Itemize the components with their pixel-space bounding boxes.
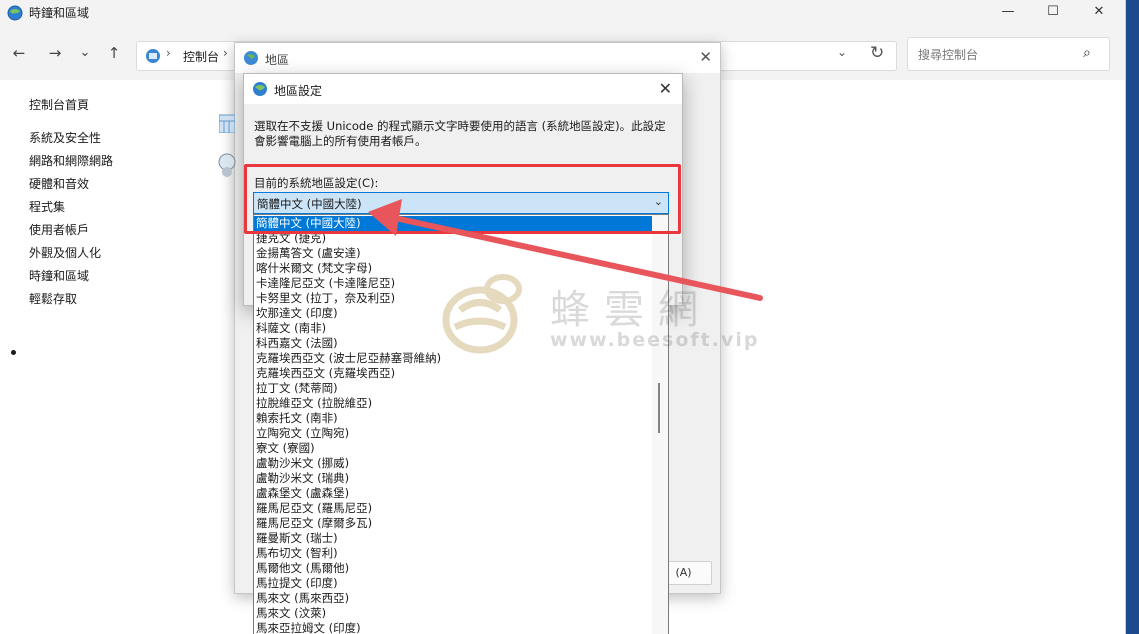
locale-description: 選取在不支援 Unicode 的程式顯示文字時要使用的語言 (系統地區設定)。此… xyxy=(254,119,666,148)
clock-globe-icon xyxy=(218,153,236,177)
address-dropdown-button[interactable]: ⌄ xyxy=(837,45,847,59)
watermark-url: www.beesoft.vip xyxy=(550,329,760,351)
calendar-icon xyxy=(219,114,235,133)
locale-option[interactable]: 羅馬尼亞文 (摩爾多瓦) xyxy=(254,516,372,531)
minimize-button[interactable]: — xyxy=(985,0,1031,26)
clock-region-icon xyxy=(7,5,23,21)
locale-option[interactable]: 科薩文 (南非) xyxy=(254,321,326,336)
sidebar-item-appearance[interactable]: 外觀及個人化 xyxy=(29,244,101,261)
locale-option[interactable]: 克羅埃西亞文 (波士尼亞赫塞哥維納) xyxy=(254,351,441,366)
active-item-bullet xyxy=(11,350,16,355)
watermark: 蜂雲網 www.beesoft.vip xyxy=(435,263,757,373)
breadcrumb-separator: › xyxy=(166,46,171,60)
search-box[interactable]: 搜尋控制台 ⌕ xyxy=(907,37,1110,71)
up-button[interactable]: ↑ xyxy=(104,43,124,63)
locale-option[interactable]: 寮文 (寮國) xyxy=(254,441,315,456)
locale-option[interactable]: 立陶宛文 (立陶宛) xyxy=(254,426,349,441)
sidebar-item-system-security[interactable]: 系統及安全性 xyxy=(29,129,101,146)
sidebar-home-link[interactable]: 控制台首頁 xyxy=(29,96,89,113)
locale-option[interactable]: 羅馬尼亞文 (羅馬尼亞) xyxy=(254,501,372,516)
locale-option[interactable]: 盧勒沙米文 (瑞典) xyxy=(254,471,349,486)
search-input[interactable]: 搜尋控制台 xyxy=(918,46,978,63)
sidebar-item-ease-of-access[interactable]: 輕鬆存取 xyxy=(29,290,77,307)
sidebar-item-clock-region[interactable]: 時鐘和區域 xyxy=(29,267,89,284)
locale-option[interactable]: 羅曼斯文 (瑞士) xyxy=(254,531,338,546)
maximize-button[interactable]: ☐ xyxy=(1030,0,1076,26)
locale-option[interactable]: 馬來文 (馬來西亞) xyxy=(254,591,349,606)
region-dialog-close-button[interactable]: ✕ xyxy=(699,48,712,66)
locale-option[interactable]: 卡努里文 (拉丁，奈及利亞) xyxy=(254,291,395,306)
breadcrumb-control-panel[interactable]: 控制台 xyxy=(183,48,219,65)
locale-option[interactable]: 克羅埃西亞文 (克羅埃西亞) xyxy=(254,366,395,381)
control-panel-icon xyxy=(146,49,160,63)
locale-option[interactable]: 馬爾他文 (馬爾他) xyxy=(254,561,349,576)
window-title: 時鐘和區域 xyxy=(29,6,90,20)
back-button[interactable]: ← xyxy=(9,43,29,63)
locale-option[interactable]: 馬布切文 (智利) xyxy=(254,546,338,561)
locale-option[interactable]: 馬來亞拉姆文 (印度) xyxy=(254,621,361,634)
refresh-button[interactable]: ↻ xyxy=(870,43,884,63)
locale-option[interactable]: 盧森堡文 (盧森堡) xyxy=(254,486,349,501)
locale-option[interactable]: 盧勒沙米文 (挪威) xyxy=(254,456,349,471)
locale-option[interactable]: 卡達隆尼亞文 (卡達隆尼亞) xyxy=(254,276,395,291)
sidebar-item-network[interactable]: 網路和網際網路 xyxy=(29,152,113,169)
close-window-button[interactable]: ✕ xyxy=(1076,0,1122,26)
scrollbar-thumb[interactable] xyxy=(658,383,660,433)
locale-option[interactable]: 賴索托文 (南非) xyxy=(254,411,338,426)
region-dialog-header: 地區 ✕ xyxy=(235,43,720,73)
locale-option[interactable]: 科西嘉文 (法國) xyxy=(254,336,338,351)
region-dialog-title: 地區 xyxy=(265,53,290,67)
region-settings-header: 地區設定 ✕ xyxy=(244,74,682,104)
globe-icon xyxy=(253,82,267,96)
highlight-box xyxy=(244,164,681,234)
locale-option[interactable]: 拉脫維亞文 (拉脫維亞) xyxy=(254,396,372,411)
sidebar-item-hardware-sound[interactable]: 硬體和音效 xyxy=(29,175,89,192)
region-settings-title: 地區設定 xyxy=(274,84,323,98)
forward-button[interactable]: → xyxy=(45,43,65,63)
locale-option[interactable]: 坎那達文 (印度) xyxy=(254,306,338,321)
locale-option[interactable]: 馬來文 (汶萊) xyxy=(254,606,326,621)
region-globe-icon xyxy=(244,51,258,65)
sidebar-item-programs[interactable]: 程式集 xyxy=(29,198,65,215)
region-settings-close-button[interactable]: ✕ xyxy=(659,79,672,98)
locale-option[interactable]: 馬拉提文 (印度) xyxy=(254,576,338,591)
sidebar-item-user-accounts[interactable]: 使用者帳戶 xyxy=(29,221,89,238)
breadcrumb-separator: › xyxy=(223,46,228,60)
locale-option[interactable]: 拉丁文 (梵蒂岡) xyxy=(254,381,338,396)
watermark-name: 蜂雲網 xyxy=(550,287,712,333)
locale-option[interactable]: 金揚萬答文 (盧安達) xyxy=(254,246,361,261)
title-bar: 時鐘和區域 — ☐ ✕ xyxy=(0,0,1125,26)
search-icon[interactable]: ⌕ xyxy=(1083,45,1091,61)
locale-option[interactable]: 喀什米爾文 (梵文字母) xyxy=(254,261,372,276)
recent-locations-button[interactable]: ⌄ xyxy=(75,43,95,63)
bee-logo-icon xyxy=(442,274,522,354)
